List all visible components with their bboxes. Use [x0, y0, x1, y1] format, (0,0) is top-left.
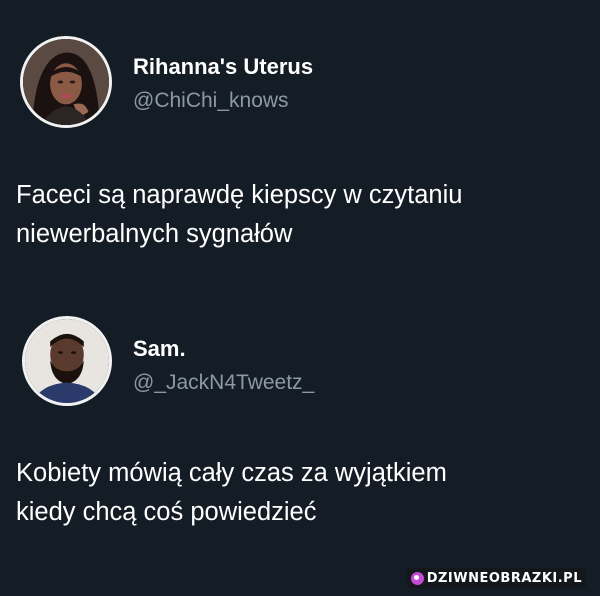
display-name[interactable]: Rihanna's Uterus [133, 54, 313, 80]
user-handle[interactable]: @ChiChi_knows [133, 89, 289, 113]
user-handle[interactable]: @_JackN4Tweetz_ [133, 371, 314, 395]
avatar-photo [23, 39, 109, 125]
display-name[interactable]: Sam. [133, 336, 186, 362]
avatar[interactable] [20, 36, 112, 128]
tweet-text-line: niewerbalnych sygnałów [16, 220, 293, 248]
tweet-text: Kobiety mówią cały czas za wyjątkiem kie… [16, 454, 596, 532]
tweet-text: Faceci są naprawdę kiepscy w czytaniu ni… [16, 176, 596, 254]
avatar[interactable] [22, 316, 112, 406]
avatar-photo [25, 319, 109, 403]
tweet-text-line: kiedy chcą coś powiedzieć [16, 498, 317, 526]
logo-icon [410, 571, 424, 585]
watermark: DZIWNEOBRAZKI.PL [406, 568, 586, 588]
tweet-text-line: Kobiety mówią cały czas za wyjątkiem [16, 459, 447, 487]
tweet-text-line: Faceci są naprawdę kiepscy w czytaniu [16, 181, 463, 209]
watermark-text: DZIWNEOBRAZKI.PL [426, 570, 582, 586]
